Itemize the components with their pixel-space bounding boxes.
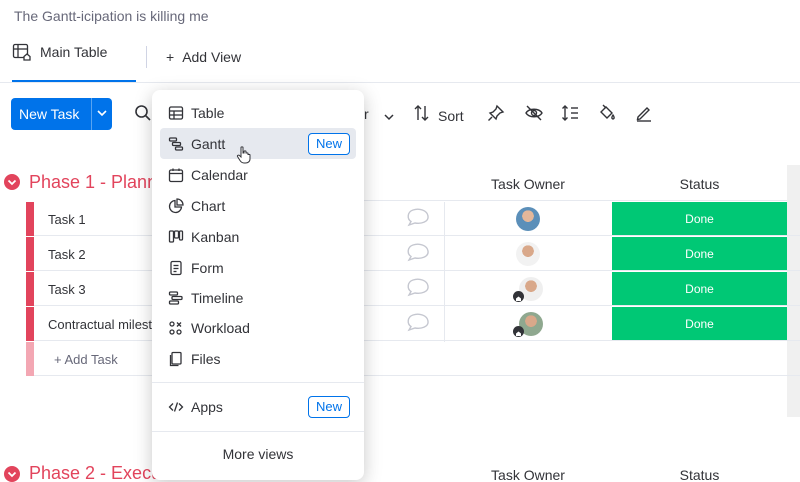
- avatar[interactable]: [516, 242, 540, 266]
- filter-chevron-down-icon[interactable]: [384, 108, 394, 126]
- comment-icon[interactable]: [405, 207, 431, 234]
- chart-icon: [160, 197, 191, 214]
- new-badge: New: [307, 395, 350, 418]
- task-name[interactable]: Task 1: [48, 212, 86, 227]
- group-collapse-icon[interactable]: [4, 466, 20, 482]
- menu-item-label: Form: [191, 259, 224, 276]
- comment-icon[interactable]: [405, 242, 431, 269]
- add-task-input[interactable]: + Add Task: [54, 352, 118, 367]
- new-badge: New: [307, 132, 350, 155]
- menu-divider: [152, 431, 364, 432]
- table-home-icon: [12, 42, 32, 65]
- group-color-bar: [26, 237, 34, 271]
- group-title[interactable]: Phase 2 - Executi: [29, 463, 170, 482]
- add-task-row[interactable]: [26, 342, 800, 376]
- group-color-bar: [26, 272, 34, 306]
- board-description[interactable]: The Gantt-icipation is killing me: [14, 8, 209, 24]
- group-color-bar-light: [26, 342, 34, 376]
- column-header-status[interactable]: Status: [612, 467, 787, 482]
- menu-item-label: Calendar: [191, 166, 248, 183]
- sort-button[interactable]: Sort: [414, 104, 464, 127]
- menu-item-label: Chart: [191, 197, 226, 214]
- group-title[interactable]: Phase 1 - Planni: [29, 172, 161, 193]
- menu-item-form[interactable]: Form: [160, 252, 356, 283]
- sort-label: Sort: [438, 107, 464, 124]
- header-divider: [0, 82, 800, 83]
- menu-item-label: Apps: [191, 398, 223, 415]
- group-color-bar: [26, 202, 34, 236]
- menu-item-chart[interactable]: Chart: [160, 190, 356, 221]
- chevron-down-icon[interactable]: [92, 108, 112, 120]
- add-view-label: Add View: [182, 49, 242, 65]
- form-icon: [160, 260, 191, 276]
- column-header-task-owner[interactable]: Task Owner: [444, 467, 612, 482]
- home-icon: [513, 326, 524, 337]
- status-badge[interactable]: Done: [612, 272, 787, 305]
- menu-item-label: Files: [191, 350, 221, 367]
- status-badge[interactable]: Done: [612, 307, 787, 340]
- gantt-icon: [160, 136, 191, 152]
- tab-main-table[interactable]: Main Table: [12, 42, 107, 82]
- menu-item-table[interactable]: Table: [160, 97, 356, 128]
- plus-icon: +: [166, 49, 175, 65]
- menu-item-calendar[interactable]: Calendar: [160, 159, 356, 190]
- hide-eye-icon[interactable]: [524, 104, 543, 122]
- menu-item-kanban[interactable]: Kanban: [160, 221, 356, 252]
- home-icon: [513, 291, 524, 302]
- menu-item-timeline[interactable]: Timeline: [160, 282, 356, 313]
- filter-label-partial[interactable]: r: [364, 106, 369, 122]
- sort-arrows-icon: [414, 104, 430, 127]
- files-icon: [160, 351, 191, 367]
- status-badge[interactable]: Done: [612, 237, 787, 270]
- table-icon: [160, 105, 191, 121]
- menu-item-files[interactable]: Files: [160, 343, 356, 374]
- menu-divider: [152, 382, 364, 383]
- task-name[interactable]: Task 3: [48, 282, 86, 297]
- more-views-button[interactable]: More views: [152, 446, 364, 462]
- menu-item-label: Gantt: [191, 135, 226, 152]
- status-badge[interactable]: Done: [612, 202, 787, 235]
- menu-item-label: Kanban: [191, 228, 240, 245]
- header-row-divider: [364, 200, 800, 201]
- workload-icon: [160, 320, 191, 336]
- new-task-button[interactable]: New Task: [11, 98, 112, 130]
- kanban-icon: [160, 229, 191, 245]
- timeline-icon: [160, 290, 191, 306]
- comment-icon[interactable]: [405, 312, 431, 339]
- pin-icon[interactable]: [487, 104, 505, 122]
- add-view-button[interactable]: + Add View: [166, 49, 241, 65]
- group-collapse-icon[interactable]: [4, 174, 20, 190]
- new-task-label: New Task: [19, 106, 80, 122]
- pencil-icon[interactable]: [635, 104, 653, 122]
- code-icon: [160, 399, 191, 415]
- tab-divider: [146, 46, 147, 68]
- menu-item-label: Table: [191, 104, 225, 121]
- row-height-icon[interactable]: [561, 104, 579, 122]
- comment-icon[interactable]: [405, 277, 431, 304]
- menu-item-gantt[interactable]: Gantt New: [160, 128, 356, 159]
- avatar[interactable]: [516, 207, 540, 231]
- menu-item-apps[interactable]: Apps New: [160, 391, 356, 422]
- paint-bucket-icon[interactable]: [598, 104, 616, 122]
- column-header-task-owner[interactable]: Task Owner: [444, 176, 612, 192]
- calendar-icon: [160, 167, 191, 183]
- tab-main-table-label: Main Table: [40, 44, 108, 60]
- task-name[interactable]: Contractual milesto: [48, 317, 159, 332]
- menu-item-workload[interactable]: Workload: [160, 312, 356, 343]
- menu-item-label: Timeline: [191, 289, 244, 306]
- search-icon[interactable]: [134, 104, 152, 127]
- menu-item-label: Workload: [191, 319, 250, 336]
- group-color-bar: [26, 307, 34, 341]
- task-name[interactable]: Task 2: [48, 247, 86, 262]
- column-header-status[interactable]: Status: [612, 176, 787, 192]
